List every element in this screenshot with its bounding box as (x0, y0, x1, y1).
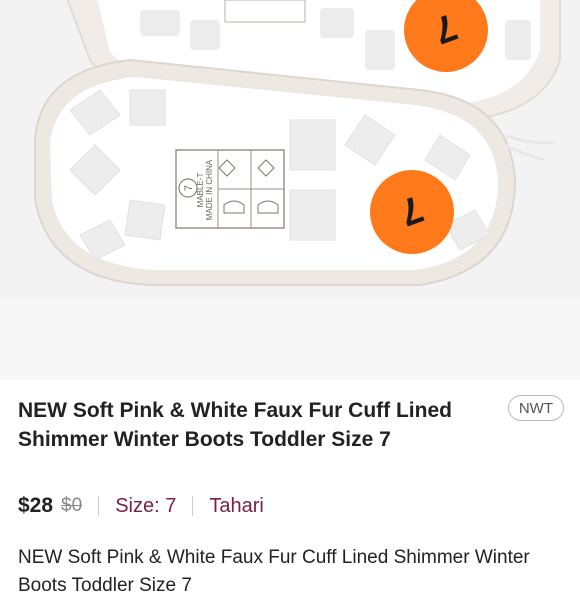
price: $28 (18, 494, 54, 517)
product-photo[interactable]: 7 7 MABLE-T MADE IN CHINA 7 (0, 0, 580, 380)
svg-text:MABLE-T: MABLE-T (196, 173, 205, 208)
svg-text:MADE IN CHINA: MADE IN CHINA (205, 159, 214, 220)
listing-description: NEW Soft Pink & White Faux Fur Cuff Line… (18, 547, 530, 596)
original-price: $0 (61, 495, 83, 516)
listing-title: NEW Soft Pink & White Faux Fur Cuff Line… (18, 399, 452, 451)
boot-soles-image: 7 7 MABLE-T MADE IN CHINA 7 (0, 0, 580, 380)
divider (192, 496, 194, 516)
brand-link[interactable]: Tahari (209, 494, 263, 518)
main-sole: 7 MABLE-T MADE IN CHINA 7 (34, 58, 517, 286)
price-row: $28 $0 Size: 7 Tahari (18, 494, 264, 518)
listing-details: NEW Soft Pink & White Faux Fur Cuff Line… (0, 380, 580, 596)
svg-text:7: 7 (183, 185, 195, 191)
divider (98, 496, 100, 516)
size-link[interactable]: Size: 7 (115, 494, 176, 518)
condition-badge: NWT (507, 395, 564, 421)
